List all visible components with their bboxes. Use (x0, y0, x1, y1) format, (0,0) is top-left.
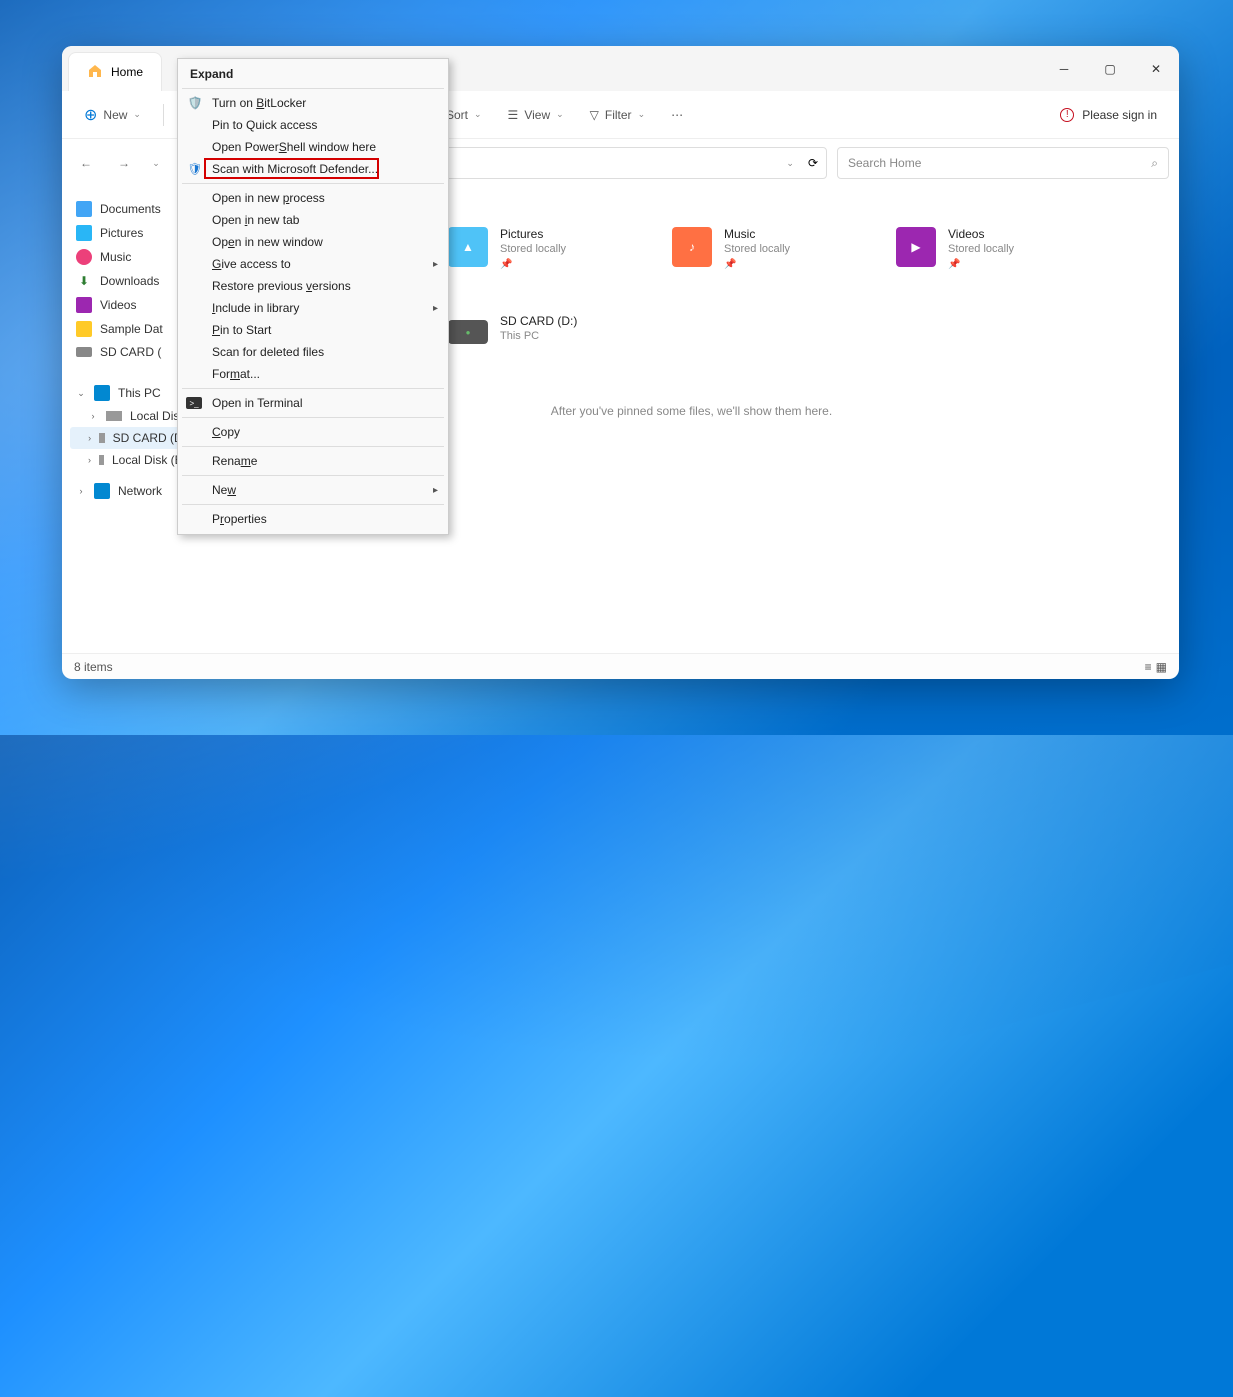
shield-icon: 🛡 (186, 160, 204, 178)
pin-icon: 📌 (500, 259, 566, 270)
forward-button[interactable]: → (110, 147, 138, 179)
folder-icon (76, 321, 92, 337)
folder-music[interactable]: ♪MusicStored locally📌 (672, 227, 872, 270)
ctx-new[interactable]: New▸ (180, 479, 446, 501)
pc-icon (94, 385, 110, 401)
folder-sdcard[interactable]: ●SD CARD (D:)This PC (448, 314, 648, 354)
ctx-newtab[interactable]: Open in new tab (180, 209, 446, 231)
download-icon: ⬇ (76, 273, 92, 289)
back-button[interactable]: ← (72, 147, 100, 179)
home-icon (87, 63, 103, 82)
drive-icon (106, 411, 122, 421)
details-view-button[interactable]: ≡ (1145, 660, 1152, 674)
ctx-scandeleted[interactable]: Scan for deleted files (180, 341, 446, 363)
search-placeholder: Search Home (848, 156, 1151, 170)
videos-folder-icon: ▶ (896, 227, 936, 267)
close-button[interactable]: ✕ (1133, 46, 1179, 91)
refresh-button[interactable]: ⟳ (808, 156, 818, 170)
ctx-restore[interactable]: Restore previous versions (180, 275, 446, 297)
maximize-button[interactable]: ▢ (1087, 46, 1133, 91)
terminal-icon: >_ (186, 397, 202, 409)
ctx-copy[interactable]: Copy (180, 421, 446, 443)
expand-icon[interactable]: ⌄ (76, 388, 86, 399)
network-icon (94, 483, 110, 499)
drive-icon (99, 433, 104, 443)
picture-icon (76, 225, 92, 241)
ctx-properties[interactable]: Properties (180, 508, 446, 530)
ctx-giveaccess[interactable]: Give access to▸ (180, 253, 446, 275)
search-icon: ⌕ (1151, 156, 1158, 171)
status-bar: 8 items ≡ ▦ (62, 653, 1179, 679)
ctx-newwindow[interactable]: Open in new window (180, 231, 446, 253)
ctx-library[interactable]: Include in library▸ (180, 297, 446, 319)
drive-icon (99, 455, 104, 465)
ctx-pinquick[interactable]: Pin to Quick access (180, 114, 446, 136)
pin-icon: 📌 (724, 259, 790, 270)
alert-icon: ! (1060, 108, 1074, 122)
ctx-pinstart[interactable]: Pin to Start (180, 319, 446, 341)
filter-icon: ▽ (590, 108, 599, 122)
sdcard-drive-icon: ● (448, 320, 488, 344)
context-menu: Expand 🛡️Turn on BitLocker Pin to Quick … (177, 58, 449, 535)
new-button[interactable]: ⊕ New ⌄ (74, 99, 151, 131)
music-icon (76, 249, 92, 265)
signin-button[interactable]: ! Please sign in (1060, 108, 1167, 122)
ctx-terminal[interactable]: >_Open in Terminal (180, 392, 446, 414)
pictures-folder-icon: ▲ (448, 227, 488, 267)
more-button[interactable]: ⋯ (661, 102, 693, 128)
search-input[interactable]: Search Home ⌕ (837, 147, 1169, 179)
tab-title: Home (111, 65, 143, 79)
window-controls: ─ ▢ ✕ (1041, 46, 1179, 91)
document-icon (76, 201, 92, 217)
minimize-button[interactable]: ─ (1041, 46, 1087, 91)
drive-icon (76, 347, 92, 357)
folder-videos[interactable]: ▶VideosStored locally📌 (896, 227, 1096, 270)
filter-button[interactable]: ▽Filter⌄ (580, 102, 655, 128)
folder-pictures[interactable]: ▲PicturesStored locally📌 (448, 227, 648, 270)
recent-button[interactable]: ⌄ (148, 147, 164, 179)
tab-home[interactable]: Home (68, 52, 162, 91)
submenu-arrow-icon: ▸ (433, 303, 438, 314)
address-dropdown-icon[interactable]: ⌄ (786, 158, 794, 169)
video-icon (76, 297, 92, 313)
submenu-arrow-icon: ▸ (433, 259, 438, 270)
ctx-newprocess[interactable]: Open in new process (180, 187, 446, 209)
view-button[interactable]: ☰View⌄ (498, 102, 574, 128)
chevron-down-icon: ⌄ (133, 109, 141, 120)
item-count: 8 items (74, 660, 113, 674)
submenu-arrow-icon: ▸ (433, 485, 438, 496)
ctx-rename[interactable]: Rename (180, 450, 446, 472)
ctx-bitlocker[interactable]: 🛡️Turn on BitLocker (180, 92, 446, 114)
music-folder-icon: ♪ (672, 227, 712, 267)
ctx-powershell[interactable]: Open PowerShell window here (180, 136, 446, 158)
pin-icon: 📌 (948, 259, 1014, 270)
ctx-defender[interactable]: 🛡Scan with Microsoft Defender... (180, 158, 446, 180)
ctx-format[interactable]: Format... (180, 363, 446, 385)
tiles-view-button[interactable]: ▦ (1156, 660, 1167, 674)
view-icon: ☰ (508, 108, 519, 122)
bitlocker-icon: 🛡️ (186, 94, 204, 112)
plus-icon: ⊕ (84, 105, 97, 125)
ctx-expand[interactable]: Expand (180, 63, 446, 85)
